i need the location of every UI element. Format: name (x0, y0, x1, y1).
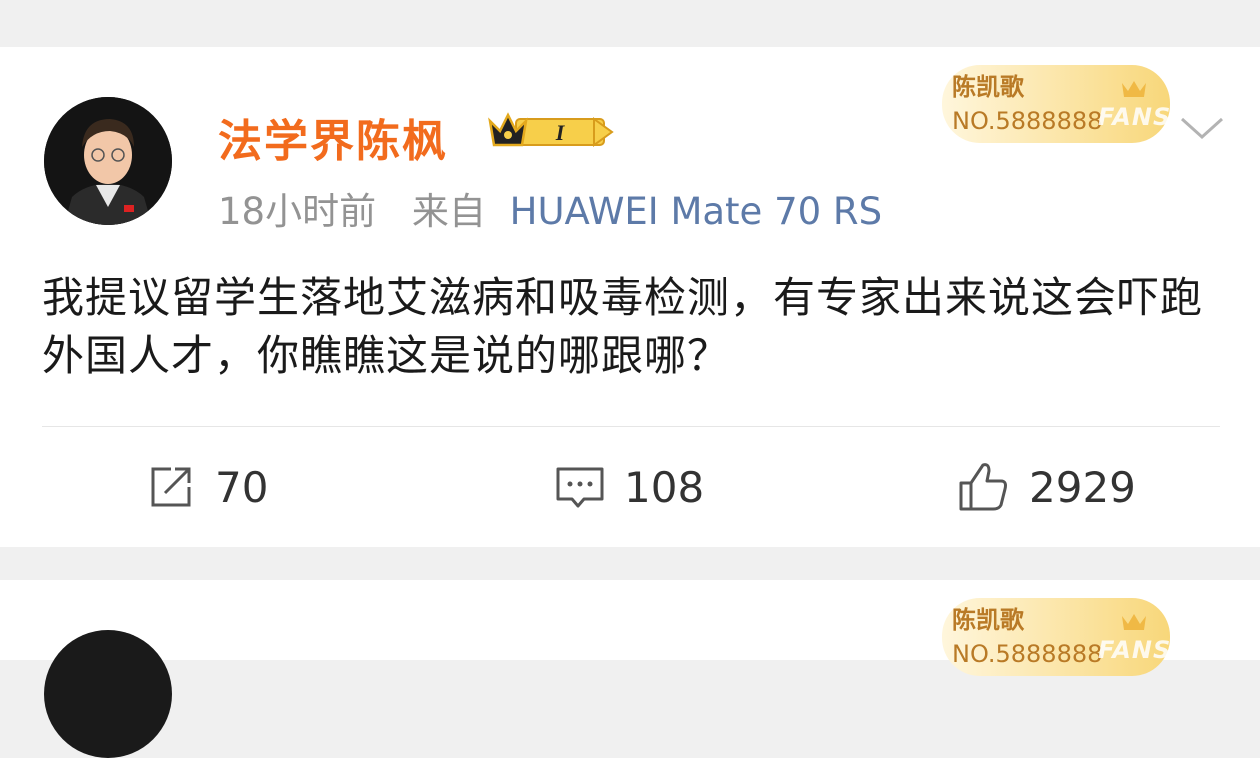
fan-badge-name: 陈凯歌 (952, 73, 1024, 101)
weibo-post-card: 法学界陈枫 I 18小时前 来自 HUAWEI Mate 70 RS 陈凯歌 N… (0, 47, 1260, 547)
fan-badge[interactable]: 陈凯歌 NO.5888888 FANS (938, 61, 1174, 151)
repost-count: 70 (215, 462, 269, 512)
source-label: 来自 (411, 190, 486, 233)
fan-badge[interactable]: 陈凯歌 NO.5888888 FANS (938, 594, 1174, 684)
fan-badge-number: NO.5888888 (952, 107, 1103, 135)
avatar[interactable] (44, 630, 172, 758)
like-count: 2929 (1029, 462, 1136, 512)
avatar-image (44, 97, 172, 225)
avatar[interactable] (44, 97, 172, 225)
fan-badge-name: 陈凯歌 (952, 606, 1024, 634)
username[interactable]: 法学界陈枫 (218, 105, 448, 169)
like-button[interactable]: 2929 (955, 457, 1136, 517)
comment-icon (556, 467, 604, 508)
repost-button[interactable]: 70 (145, 457, 268, 517)
share-icon (151, 467, 191, 507)
comment-button[interactable]: 108 (554, 457, 704, 517)
chevron-down-icon[interactable] (1178, 111, 1226, 143)
next-post-card: 陈凯歌 NO.5888888 FANS (0, 580, 1260, 758)
fan-badge-tag: FANS (1098, 636, 1172, 664)
fan-badge-number: NO.5888888 (952, 640, 1103, 668)
vip-level: I (555, 120, 566, 145)
comment-count: 108 (624, 462, 705, 512)
post-text: 我提议留学生落地艾滋病和吸毒检测，有专家出来说这会吓跑外国人才，你瞧瞧这是说的哪… (42, 273, 1204, 380)
divider (42, 426, 1220, 427)
device-link[interactable]: HUAWEI Mate 70 RS (510, 190, 883, 233)
thumbs-up-icon (959, 463, 1007, 511)
post-time: 18小时前 (218, 190, 377, 233)
fan-badge-tag: FANS (1098, 103, 1172, 131)
post-meta: 18小时前 来自 HUAWEI Mate 70 RS (218, 181, 882, 235)
vip-level-badge: I (488, 112, 614, 147)
